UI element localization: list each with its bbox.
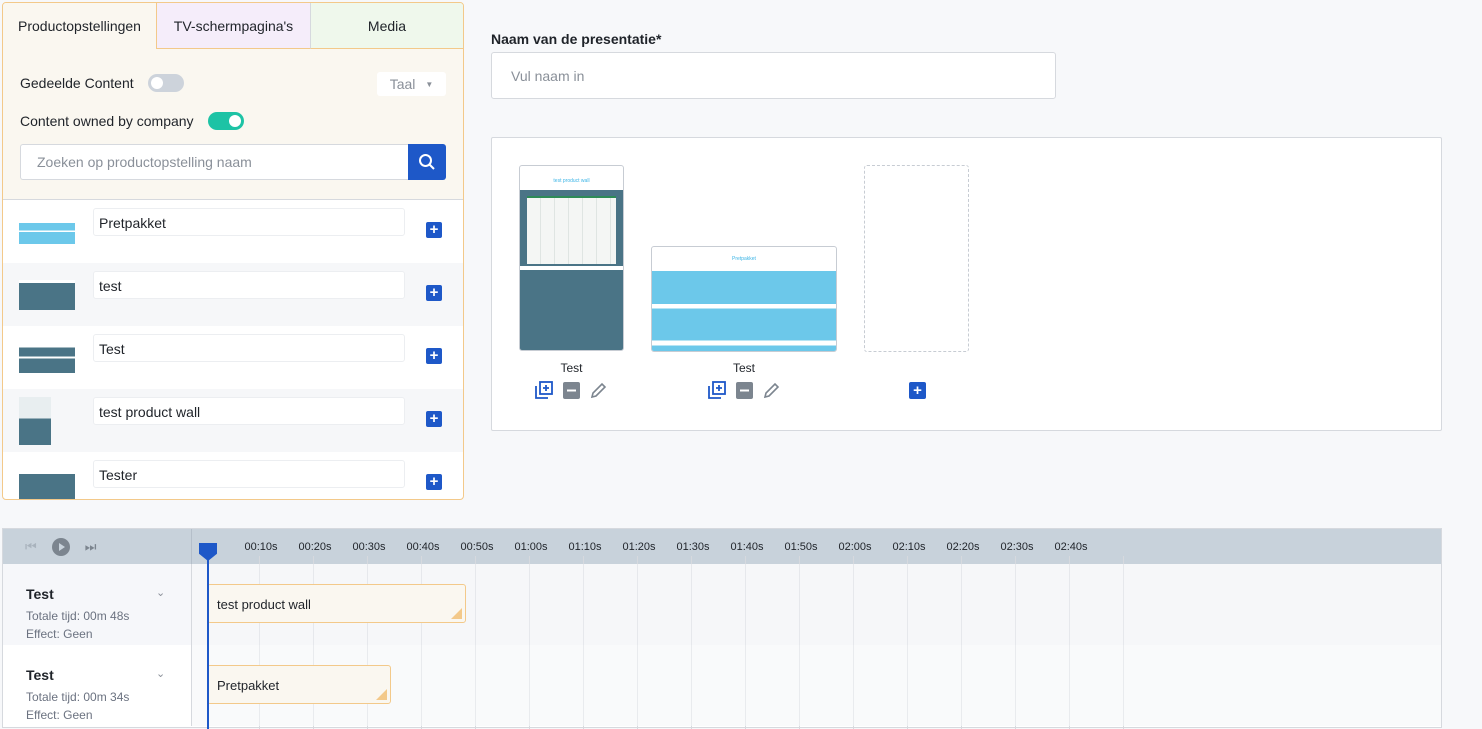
owned-content-label: Content owned by company xyxy=(20,113,194,129)
slide-caption: Test xyxy=(560,361,583,375)
presentation-name-label: Naam van de presentatie* xyxy=(491,31,662,47)
shared-content-label: Gedeelde Content xyxy=(20,75,134,91)
track-total-time: Totale tijd: 00m 34s xyxy=(26,690,130,704)
tick-label: 00:10s xyxy=(244,541,278,553)
add-item-button[interactable]: + xyxy=(426,411,442,427)
tick-label: 01:30s xyxy=(676,541,710,553)
chevron-down-icon[interactable]: ⌄ xyxy=(156,586,165,599)
slide-caption: Test xyxy=(732,361,755,375)
list-item: Tester + xyxy=(3,452,463,499)
item-thumbnail xyxy=(19,342,75,373)
tick-label: 02:00s xyxy=(838,541,872,553)
timeline-header: ⏮ ⏭ 00:10s 00:20s 00:30s 00:40s 00:50s 01:00s… xyxy=(3,529,1441,564)
tab-media[interactable]: Media xyxy=(311,3,463,49)
list-item: Pretpakket + xyxy=(3,200,463,263)
track-info: Test ⌄ Totale tijd: 00m 34s Effect: Geen xyxy=(3,645,192,726)
add-slide-button[interactable]: + xyxy=(909,382,926,399)
duplicate-icon[interactable] xyxy=(708,381,726,399)
track-info: Test ⌄ Totale tijd: 00m 48s Effect: Geen xyxy=(3,564,192,645)
tick-label: 00:20s xyxy=(298,541,332,553)
skip-back-icon[interactable]: ⏮ xyxy=(25,539,37,555)
track-title: Test xyxy=(26,586,54,602)
clip-label: test product wall xyxy=(217,597,311,612)
owned-content-toggle[interactable] xyxy=(207,112,244,130)
slide-title: test product wall xyxy=(553,178,590,184)
track-effect: Effect: Geen xyxy=(26,708,93,722)
presentation-name-input[interactable] xyxy=(491,52,1056,99)
list-item: test product wall + xyxy=(3,389,463,452)
shared-content-row: Gedeelde Content xyxy=(20,74,184,92)
track-title: Test xyxy=(26,667,54,683)
play-icon[interactable] xyxy=(51,537,71,557)
content-panel: Productopstellingen TV-schermpagina's Me… xyxy=(2,2,464,500)
search-input[interactable] xyxy=(20,144,408,180)
add-item-button[interactable]: + xyxy=(426,285,442,301)
playback-controls: ⏮ ⏭ xyxy=(3,529,192,564)
track-effect: Effect: Geen xyxy=(26,627,93,641)
item-name[interactable]: Test xyxy=(93,334,405,362)
timeline-clip[interactable]: test product wall xyxy=(207,584,467,623)
list-item: test + xyxy=(3,263,463,326)
tick-label: 02:20s xyxy=(946,541,980,553)
edit-pencil-icon[interactable] xyxy=(762,381,780,399)
search-button[interactable] xyxy=(408,144,446,180)
slide-thumbnail[interactable]: Pretpakket xyxy=(651,246,837,352)
empty-slide-placeholder[interactable] xyxy=(864,165,969,352)
skip-forward-icon[interactable]: ⏭ xyxy=(85,539,97,555)
shared-content-toggle[interactable] xyxy=(147,74,184,92)
remove-icon[interactable] xyxy=(735,381,753,399)
tick-label: 02:30s xyxy=(1000,541,1034,553)
add-item-button[interactable]: + xyxy=(426,348,442,364)
tick-label: 00:50s xyxy=(460,541,494,553)
item-name[interactable]: test product wall xyxy=(93,397,405,425)
search-icon xyxy=(419,154,435,170)
slides-canvas: test product wall Test Pretpakket Test + xyxy=(491,137,1442,431)
filters: Gedeelde Content Taal ▼ Content owned by … xyxy=(3,49,463,200)
language-select[interactable]: Taal ▼ xyxy=(377,72,446,96)
content-tabs: Productopstellingen TV-schermpagina's Me… xyxy=(3,3,463,49)
tick-label: 01:40s xyxy=(730,541,764,553)
item-thumbnail xyxy=(19,279,75,310)
remove-icon[interactable] xyxy=(562,381,580,399)
search-bar xyxy=(20,144,446,180)
tick-label: 00:30s xyxy=(352,541,386,553)
tick-label: 01:20s xyxy=(622,541,656,553)
item-name[interactable]: test xyxy=(93,271,405,299)
duplicate-icon[interactable] xyxy=(535,381,553,399)
edit-pencil-icon[interactable] xyxy=(589,381,607,399)
tick-label: 00:40s xyxy=(406,541,440,553)
tab-productopstellingen[interactable]: Productopstellingen xyxy=(3,3,157,49)
item-name[interactable]: Tester xyxy=(93,460,405,488)
item-thumbnail xyxy=(19,216,75,247)
playhead-line xyxy=(207,559,209,729)
tick-label: 01:10s xyxy=(568,541,602,553)
tab-tv-schermpaginas[interactable]: TV-schermpagina's xyxy=(157,3,311,49)
tick-label: 02:40s xyxy=(1054,541,1088,553)
slide-actions xyxy=(535,381,607,399)
timeline-track: Test ⌄ Totale tijd: 00m 34s Effect: Geen Pr… xyxy=(3,645,1441,726)
timeline-track: Test ⌄ Totale tijd: 00m 48s Effect: Geen te… xyxy=(3,564,1441,645)
item-name[interactable]: Pretpakket xyxy=(93,208,405,236)
list-item: Test + xyxy=(3,326,463,389)
clip-label: Pretpakket xyxy=(217,678,280,693)
slide-title: Pretpakket xyxy=(732,256,756,262)
track-total-time: Totale tijd: 00m 48s xyxy=(26,609,130,623)
slide-thumbnail[interactable]: test product wall xyxy=(519,165,624,351)
item-thumbnail xyxy=(19,396,51,445)
add-item-button[interactable]: + xyxy=(426,222,442,238)
caret-down-icon: ▼ xyxy=(425,79,434,89)
chevron-down-icon[interactable]: ⌄ xyxy=(156,667,165,680)
add-item-button[interactable]: + xyxy=(426,474,442,490)
tick-label: 02:10s xyxy=(892,541,926,553)
language-value: Taal xyxy=(389,76,416,92)
product-list: Pretpakket + test + Test + test product wal… xyxy=(3,200,463,499)
owned-content-row: Content owned by company xyxy=(20,112,244,130)
slide-actions xyxy=(708,381,780,399)
tick-label: 01:50s xyxy=(784,541,818,553)
item-thumbnail xyxy=(19,474,75,499)
tick-label: 01:00s xyxy=(514,541,548,553)
timeline-clip[interactable]: Pretpakket xyxy=(207,665,391,704)
timeline: ⏮ ⏭ 00:10s 00:20s 00:30s 00:40s 00:50s 01:00s… xyxy=(2,528,1442,729)
